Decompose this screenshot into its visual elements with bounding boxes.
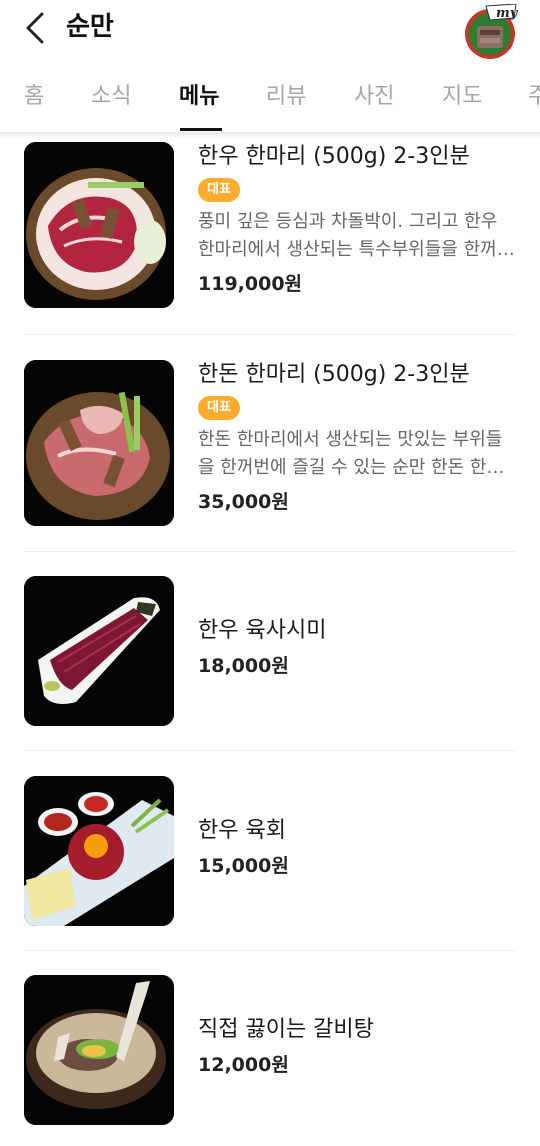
menu-item-price: 12,000원 — [198, 1054, 289, 1076]
menu-item-info: 직접 끓이는 갈비탕 12,000원 — [198, 1015, 518, 1079]
active-tab-indicator — [180, 128, 222, 131]
avatar: my — [465, 3, 519, 59]
menu-item-price: 119,000원 — [198, 273, 303, 295]
menu-item[interactable]: 한우 육회 15,000원 — [0, 776, 540, 926]
tab-reviews[interactable]: 리뷰 — [266, 82, 306, 112]
menu-item-name: 한우 육회 — [198, 818, 286, 843]
tab-menu[interactable]: 메뉴 — [179, 82, 219, 112]
menu-item-price: 18,000원 — [198, 655, 289, 677]
page-title: 순만 — [66, 12, 114, 42]
menu-item-name: 한우 육사시미 — [198, 618, 327, 643]
signature-badge: 대표 — [198, 178, 240, 202]
menu-item-info: 한돈 한마리 (500g) 2-3인분 대표 한돈 한마리에서 생산되는 맛있는… — [198, 360, 518, 516]
chevron-left-icon — [26, 12, 44, 44]
menu-item-name: 한우 한마리 (500g) 2-3인분 — [198, 144, 470, 169]
tab-bar: 홈 소식 메뉴 리뷰 사진 지도 주 — [0, 62, 540, 134]
tab-more[interactable]: 주 — [528, 82, 540, 112]
menu-item-name: 직접 끓이는 갈비탕 — [198, 1017, 374, 1042]
divider — [24, 551, 516, 552]
tab-photos[interactable]: 사진 — [354, 82, 394, 112]
menu-item-price: 35,000원 — [198, 491, 289, 513]
menu-item-info: 한우 육사시미 18,000원 — [198, 616, 518, 680]
menu-item-price: 15,000원 — [198, 855, 289, 877]
menu-item[interactable]: 한우 육사시미 18,000원 — [0, 576, 540, 726]
avatar-badge-text: my — [496, 6, 518, 21]
menu-item-description: 풍미 깊은 등심과 차돌박이. 그리고 한우 한마리에서 생산되는 특수부위들을… — [198, 211, 514, 260]
tab-news[interactable]: 소식 — [91, 82, 131, 112]
menu-item-photo — [24, 776, 174, 926]
back-button[interactable] — [18, 10, 54, 46]
tab-bar-shadow — [0, 132, 540, 138]
menu-item-photo — [24, 142, 174, 308]
divider — [24, 950, 516, 951]
menu-item-info: 한우 육회 15,000원 — [198, 816, 518, 880]
app-header: 순만 my — [0, 0, 540, 62]
menu-item-name: 한돈 한마리 (500g) 2-3인분 — [198, 362, 470, 387]
divider — [24, 750, 516, 751]
divider — [24, 334, 516, 335]
tab-map[interactable]: 지도 — [442, 82, 482, 112]
menu-item[interactable]: 한우 한마리 (500g) 2-3인분 대표 풍미 깊은 등심과 차돌박이. 그… — [0, 142, 540, 322]
menu-item-photo — [24, 360, 174, 526]
tab-home[interactable]: 홈 — [24, 82, 44, 112]
menu-item-photo — [24, 975, 174, 1125]
menu-item-info: 한우 한마리 (500g) 2-3인분 대표 풍미 깊은 등심과 차돌박이. 그… — [198, 142, 518, 298]
menu-item-photo — [24, 576, 174, 726]
menu-item-description: 한돈 한마리에서 생산되는 맛있는 부위들을 한꺼번에 즐길 수 있는 순만 한… — [198, 429, 504, 478]
menu-item[interactable]: 한돈 한마리 (500g) 2-3인분 대표 한돈 한마리에서 생산되는 맛있는… — [0, 360, 540, 540]
menu-item[interactable]: 직접 끓이는 갈비탕 12,000원 — [0, 975, 540, 1125]
signature-badge: 대표 — [198, 396, 240, 420]
my-profile-button[interactable]: my — [460, 3, 519, 60]
